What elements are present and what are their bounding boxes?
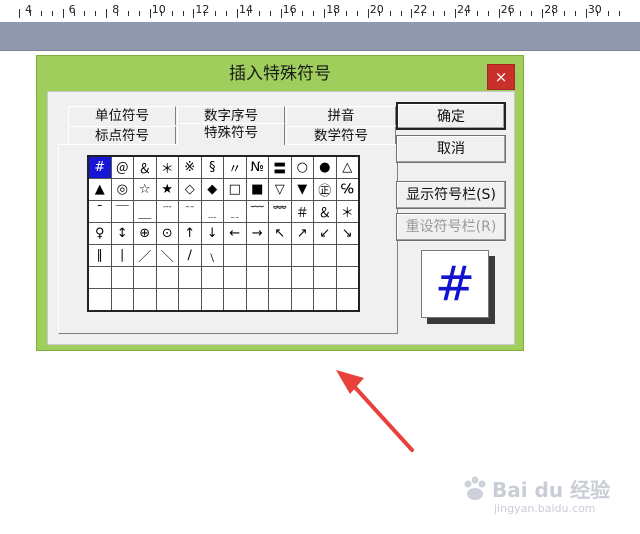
annotation-arrow-shaft (350, 382, 414, 452)
watermark-brand: Bai du 经验 (492, 478, 611, 502)
tab-special-symbols[interactable]: 特殊符号 (177, 123, 285, 145)
watermark: Bai du 经验 jingyan.baidu.com (460, 468, 630, 524)
paw-logo-icon (464, 476, 486, 500)
annotation-arrow-graphic (336, 370, 414, 452)
watermark-url: jingyan.baidu.com (494, 502, 596, 515)
